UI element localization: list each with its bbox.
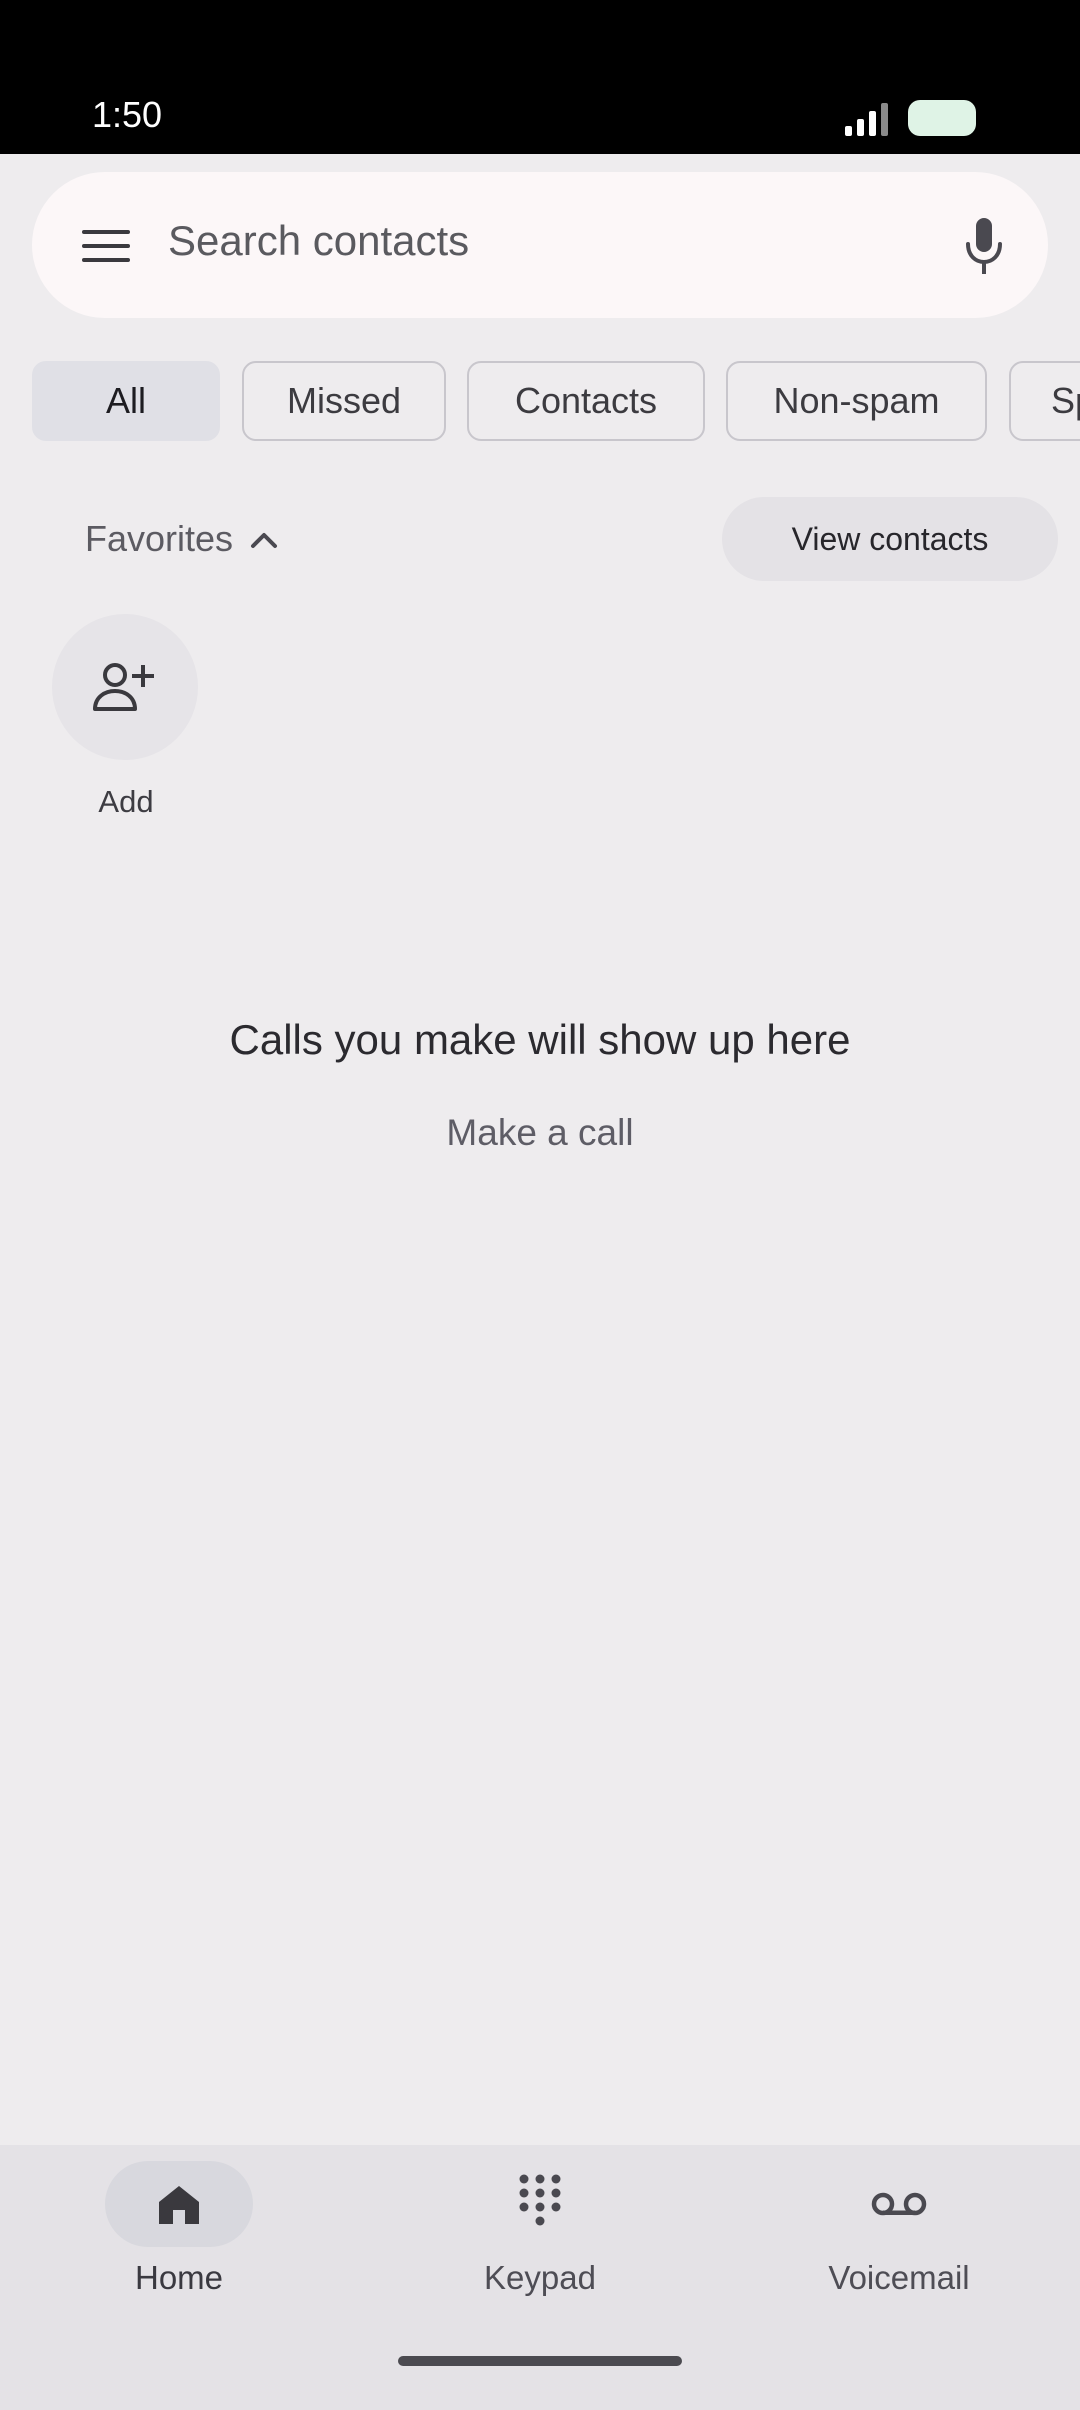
search-input[interactable]: Search contacts [168, 217, 469, 265]
add-label: Add [98, 784, 154, 819]
chip-label: Missed [286, 380, 402, 421]
menu-icon[interactable] [82, 228, 130, 264]
battery-icon [908, 100, 976, 136]
voicemail-icon [871, 2192, 927, 2216]
nav-keypad-indicator [466, 2161, 614, 2247]
bottom-nav: Home Keypad Voicemail [0, 2145, 1080, 2410]
empty-state-title: Calls you make will show up here [229, 1016, 851, 1063]
filter-chips: All Missed Contacts Non-spam Sp [32, 361, 1080, 445]
chip-label: Contacts [514, 380, 658, 421]
nav-keypad[interactable]: Keypad [420, 2161, 660, 2297]
chip-label: Non-spam [773, 380, 940, 421]
chip-spam[interactable]: Sp [1009, 361, 1080, 441]
keypad-icon [519, 2174, 561, 2226]
search-bar[interactable]: Search contacts [32, 172, 1048, 318]
add-person-icon [93, 663, 154, 711]
nav-label: Voicemail [828, 2259, 970, 2296]
nav-label: Keypad [484, 2259, 596, 2296]
status-bar: 1:50 [0, 0, 1080, 154]
nav-home-indicator [105, 2161, 253, 2247]
status-time: 1:50 [92, 94, 163, 135]
signal-icon [845, 103, 888, 136]
chip-label: All [105, 380, 146, 421]
gesture-bar[interactable] [398, 2356, 682, 2366]
nav-voicemail-indicator [825, 2161, 973, 2247]
add-favorite[interactable]: Add [52, 614, 200, 820]
chip-all[interactable]: All [32, 361, 220, 441]
chip-contacts[interactable]: Contacts [467, 361, 705, 441]
nav-voicemail[interactable]: Voicemail [779, 2161, 1019, 2297]
view-contacts-button[interactable]: View contacts [722, 497, 1058, 581]
chip-non-spam[interactable]: Non-spam [726, 361, 987, 441]
chip-missed[interactable]: Missed [242, 361, 446, 441]
chip-label: Sp [1051, 380, 1080, 421]
nav-label: Home [134, 2259, 224, 2296]
nav-home[interactable]: Home [59, 2161, 299, 2297]
favorites-toggle[interactable]: Favorites [85, 518, 279, 560]
make-call-button[interactable]: Make a call [415, 1112, 665, 1154]
mic-icon[interactable] [962, 216, 1006, 276]
favorites-label: Favorites [85, 518, 234, 559]
add-avatar[interactable] [52, 614, 198, 760]
chevron-up-icon [251, 533, 278, 548]
home-icon [159, 2186, 199, 2224]
